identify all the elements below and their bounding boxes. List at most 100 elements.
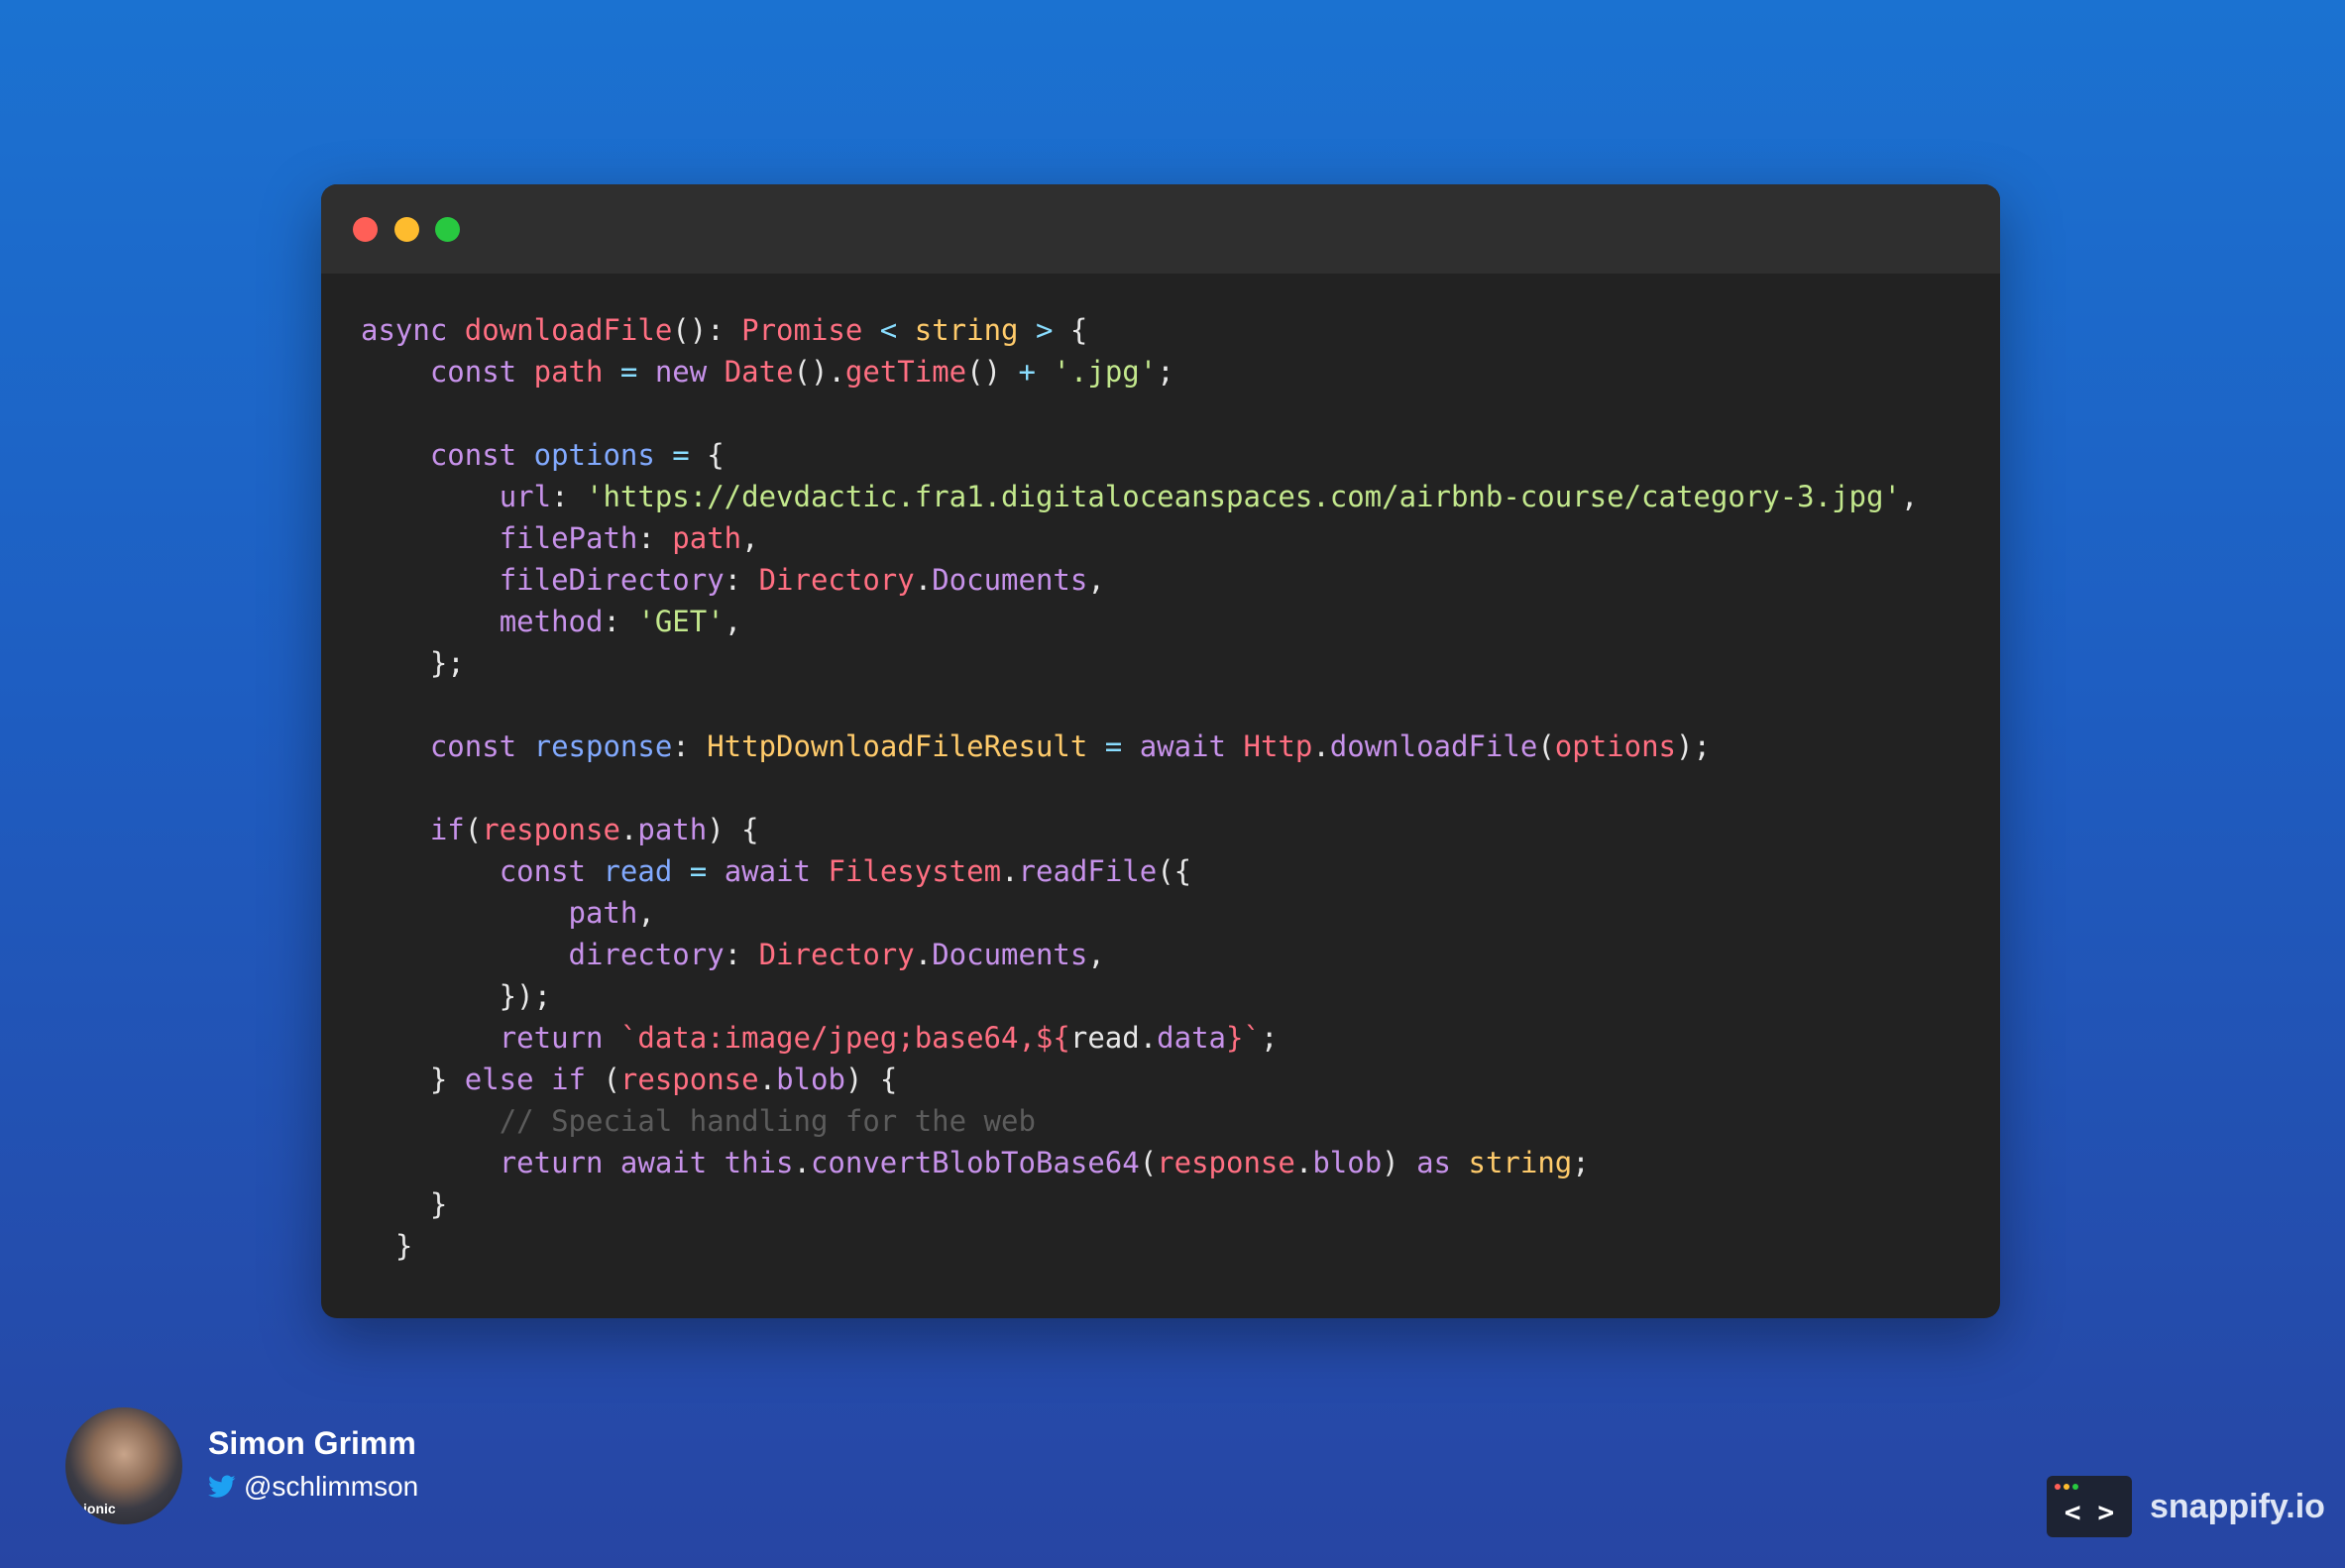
code-line: path, xyxy=(361,892,1918,934)
window-titlebar xyxy=(321,184,2000,274)
code-token: convertBlobToBase64 xyxy=(810,1146,1140,1179)
code-token: . xyxy=(1312,729,1330,763)
code-token: Documents xyxy=(932,938,1088,971)
code-token: Promise xyxy=(741,313,863,347)
code-token: : xyxy=(672,729,708,763)
code-token: await xyxy=(724,854,829,888)
code-token: downloadFile xyxy=(1329,729,1538,763)
code-token: const xyxy=(429,438,534,472)
code-token: , xyxy=(637,896,655,930)
code-token: = xyxy=(603,355,655,389)
code-token: . xyxy=(619,813,638,846)
code-token: < xyxy=(862,313,915,347)
code-token: , xyxy=(1087,938,1105,971)
code-token: if xyxy=(429,813,465,846)
code-token: 'https://devdactic.fra1.digitaloceanspac… xyxy=(586,480,1901,513)
code-token: . xyxy=(1001,854,1019,888)
code-token: . xyxy=(914,563,933,597)
code-token: blob xyxy=(1312,1146,1383,1179)
code-token: const xyxy=(429,355,534,389)
code-line: // Special handling for the web xyxy=(361,1100,1918,1142)
code-token: , xyxy=(741,521,759,555)
logo-dot-icon xyxy=(2064,1484,2069,1490)
code-token: (): xyxy=(672,313,742,347)
code-line: const options = { xyxy=(361,434,1918,476)
code-token: { xyxy=(707,438,725,472)
code-token: = xyxy=(1087,729,1140,763)
snappify-logo-icon: < > xyxy=(2047,1476,2132,1537)
code-token: = xyxy=(672,854,725,888)
code-token: path xyxy=(637,813,708,846)
code-token: downloadFile xyxy=(464,313,673,347)
logo-dot-icon xyxy=(2055,1484,2061,1490)
code-token: , xyxy=(1900,480,1919,513)
minimize-dot-icon[interactable] xyxy=(394,217,419,242)
code-token: ); xyxy=(1676,729,1711,763)
logo-glyph: < > xyxy=(2064,1496,2115,1528)
code-token: as xyxy=(1416,1146,1469,1179)
code-token: Filesystem xyxy=(828,854,1002,888)
code-token: ({ xyxy=(1157,854,1192,888)
code-token: path xyxy=(672,521,742,555)
code-token: HttpDownloadFileResult xyxy=(707,729,1088,763)
code-token: readFile xyxy=(1018,854,1158,888)
code-token: string xyxy=(914,313,1019,347)
code-token: async xyxy=(361,313,465,347)
logo-dot-icon xyxy=(2072,1484,2078,1490)
code-token: . xyxy=(758,1063,777,1096)
code-token: const xyxy=(429,729,534,763)
code-line: }); xyxy=(361,975,1918,1017)
code-line: } else if (response.blob) { xyxy=(361,1059,1918,1100)
code-token: } xyxy=(361,1063,465,1096)
code-token: read xyxy=(603,854,673,888)
code-token: url xyxy=(499,480,552,513)
code-token: data xyxy=(1157,1021,1227,1055)
code-block: async downloadFile(): Promise < string >… xyxy=(361,309,1918,1267)
author-handle: @schlimmson xyxy=(244,1471,419,1502)
code-token: : xyxy=(551,480,586,513)
code-token: response xyxy=(533,729,673,763)
code-token: . xyxy=(1294,1146,1313,1179)
avatar-badge: ionic xyxy=(83,1501,116,1516)
code-line: directory: Directory.Documents, xyxy=(361,934,1918,975)
code-token: } xyxy=(361,1187,448,1221)
code-line: method: 'GET', xyxy=(361,601,1918,642)
code-token: Date xyxy=(724,355,794,389)
code-token: }; xyxy=(361,646,465,680)
code-token: (). xyxy=(793,355,845,389)
code-token: return await this xyxy=(499,1146,794,1179)
code-line: const path = new Date().getTime() + '.jp… xyxy=(361,351,1918,392)
author-name: Simon Grimm xyxy=(208,1425,416,1461)
code-token: new xyxy=(654,355,725,389)
code-token: fileDirectory xyxy=(499,563,725,597)
code-token: return xyxy=(499,1021,620,1055)
brand-name: snappify.io xyxy=(2150,1487,2325,1525)
code-token: : xyxy=(724,938,759,971)
code-token: Directory xyxy=(758,563,915,597)
close-dot-icon[interactable] xyxy=(353,217,378,242)
code-token: () xyxy=(966,355,1019,389)
code-line: } xyxy=(361,1225,1918,1267)
code-token: ( xyxy=(1139,1146,1158,1179)
brand-watermark: < > snappify.io xyxy=(2047,1475,2325,1538)
code-line: return await this.convertBlobToBase64(re… xyxy=(361,1142,1918,1183)
code-token: ( xyxy=(603,1063,620,1096)
code-token: }); xyxy=(361,979,552,1013)
author-handle-row: @schlimmson xyxy=(208,1471,418,1503)
code-token: '.jpg' xyxy=(1053,355,1158,389)
code-token: , xyxy=(1087,563,1105,597)
maximize-dot-icon[interactable] xyxy=(435,217,460,242)
